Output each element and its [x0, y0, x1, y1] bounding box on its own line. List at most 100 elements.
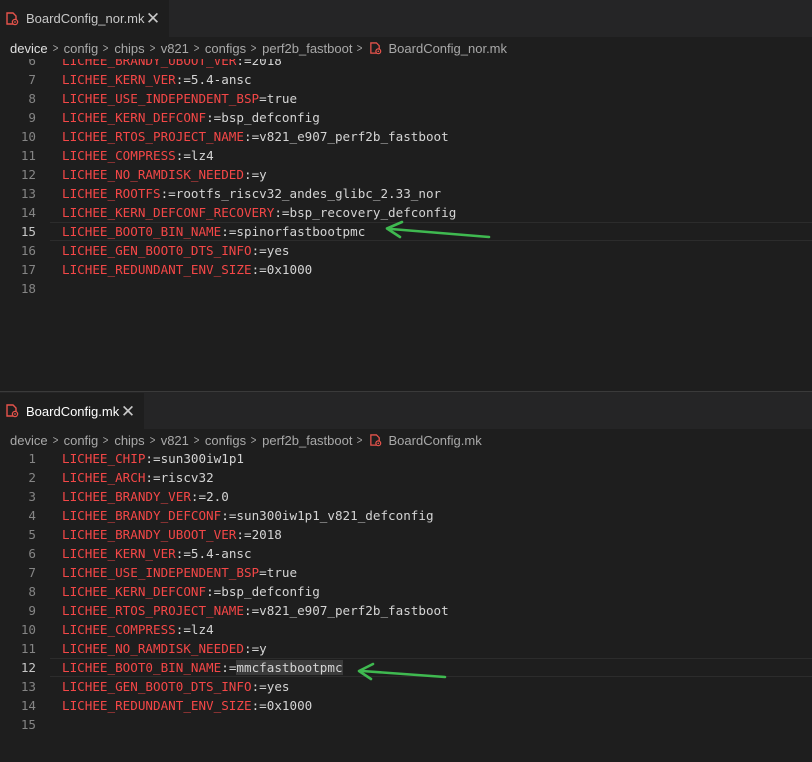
code-line: 9 LICHEE_RTOS_PROJECT_NAME:=v821_e907_per…	[0, 601, 812, 620]
breadcrumb-item-configs[interactable]: configs	[205, 433, 246, 448]
code-text: LICHEE_BOOT0_BIN_NAME:=mmcfastbootpmc	[62, 658, 343, 677]
variable-value: true	[266, 565, 298, 580]
assign-operator: :=	[221, 508, 237, 523]
breadcrumb: device > config > chips > v821 > configs…	[0, 37, 812, 59]
line-number: 14	[20, 698, 36, 713]
close-icon[interactable]: ✕	[145, 10, 161, 27]
tab-label: BoardConfig.mk	[26, 403, 120, 419]
variable-value: 2018	[251, 59, 282, 68]
code-text: LICHEE_COMPRESS:=lz4	[62, 146, 214, 165]
variable-name: LICHEE_NO_RAMDISK_NEEDED	[62, 641, 244, 656]
variable-name: LICHEE_RTOS_PROJECT_NAME	[62, 603, 244, 618]
code-text: LICHEE_REDUNDANT_ENV_SIZE:=0x1000	[62, 696, 312, 715]
line-number: 4	[28, 508, 36, 523]
code-line: 11 LICHEE_COMPRESS:=lz4	[0, 146, 812, 165]
breadcrumb-item-file[interactable]: BoardConfig.mk	[389, 433, 482, 448]
code-line: 6 LICHEE_KERN_VER:=5.4-ansc	[0, 544, 812, 563]
code-text: LICHEE_NO_RAMDISK_NEEDED:=y	[62, 165, 267, 184]
chevron-right-icon: >	[52, 41, 58, 55]
variable-value: 0x1000	[266, 698, 313, 713]
variable-name: LICHEE_USE_INDEPENDENT_BSP	[62, 91, 260, 106]
breadcrumb-item-chips[interactable]: chips	[114, 41, 144, 56]
variable-name: LICHEE_REDUNDANT_ENV_SIZE	[62, 262, 252, 277]
variable-value: v821_e907_perf2b_fastboot	[259, 603, 449, 618]
breadcrumb-item-v821[interactable]: v821	[161, 433, 189, 448]
assign-operator: :=	[206, 584, 222, 599]
code-line-current: 12 LICHEE_BOOT0_BIN_NAME:=mmcfastbootpmc	[0, 658, 812, 677]
code-line: 2 LICHEE_ARCH:=riscv32	[0, 468, 812, 487]
code-text: LICHEE_ROOTFS:=rootfs_riscv32_andes_glib…	[62, 184, 441, 203]
tab-boardconfig-nor[interactable]: BoardConfig_nor.mk ✕	[0, 0, 170, 37]
variable-name: LICHEE_BRANDY_DEFCONF	[62, 508, 222, 523]
breadcrumb-item-v821[interactable]: v821	[161, 41, 189, 56]
variable-name: LICHEE_REDUNDANT_ENV_SIZE	[62, 698, 252, 713]
code-text: LICHEE_KERN_DEFCONF:=bsp_defconfig	[62, 108, 320, 127]
line-number: 1	[28, 451, 36, 466]
assign-operator: :=	[175, 622, 191, 637]
chevron-right-icon: >	[52, 433, 58, 447]
assign-operator: :=	[251, 262, 267, 277]
assign-operator: :=	[175, 546, 191, 561]
line-number: 2	[28, 470, 36, 485]
code-editor[interactable]: 6 LICHEE_BRANDY_UBOOT_VER:=2018 7 LICHEE_K…	[0, 59, 812, 391]
variable-name: LICHEE_RTOS_PROJECT_NAME	[62, 129, 244, 144]
breadcrumb-item-file[interactable]: BoardConfig_nor.mk	[389, 41, 508, 56]
breadcrumb-item-chips[interactable]: chips	[114, 433, 144, 448]
assign-operator: :=	[145, 451, 161, 466]
code-line: 5 LICHEE_BRANDY_UBOOT_VER:=2018	[0, 525, 812, 544]
variable-value: 0x1000	[266, 262, 313, 277]
chevron-right-icon: >	[357, 41, 363, 55]
line-number: 18	[20, 281, 36, 296]
variable-name: LICHEE_COMPRESS	[62, 622, 176, 637]
variable-value: y	[259, 641, 267, 656]
assign-operator: :=	[221, 224, 237, 239]
variable-name: LICHEE_ARCH	[62, 470, 146, 485]
line-number: 11	[20, 641, 36, 656]
code-text: LICHEE_USE_INDEPENDENT_BSP=true	[62, 89, 297, 108]
breadcrumb-item-config[interactable]: config	[64, 41, 99, 56]
tab-boardconfig[interactable]: BoardConfig.mk ✕	[0, 393, 145, 429]
variable-value: lz4	[190, 622, 214, 637]
line-number: 13	[20, 679, 36, 694]
breadcrumb-item-device[interactable]: device	[10, 433, 48, 448]
chevron-right-icon: >	[102, 433, 109, 447]
selected-value[interactable]: mmcfastbootpmc	[236, 660, 343, 675]
line-number: 3	[28, 489, 36, 504]
assign-operator: :=	[251, 243, 267, 258]
code-line: 13 LICHEE_GEN_BOOT0_DTS_INFO:=yes	[0, 677, 812, 696]
variable-name: LICHEE_CHIP	[62, 451, 146, 466]
close-icon[interactable]: ✕	[120, 403, 136, 420]
breadcrumb-item-configs[interactable]: configs	[205, 41, 246, 56]
code-editor[interactable]: 1 LICHEE_CHIP:=sun300iw1p1 2 LICHEE_ARCH:=…	[0, 451, 812, 761]
assign-operator: :=	[243, 603, 260, 618]
code-text: LICHEE_KERN_DEFCONF:=bsp_defconfig	[62, 582, 320, 601]
variable-value: sun300iw1p1	[160, 451, 244, 466]
variable-name: LICHEE_KERN_DEFCONF	[62, 584, 207, 599]
breadcrumb-item-device[interactable]: device	[10, 41, 48, 56]
code-line: 16 LICHEE_GEN_BOOT0_DTS_INFO:=yes	[0, 241, 812, 260]
variable-name: LICHEE_BOOT0_BIN_NAME	[62, 224, 222, 239]
breadcrumb-item-perf2b-fastboot[interactable]: perf2b_fastboot	[262, 41, 352, 56]
breadcrumb-item-config[interactable]: config	[64, 433, 99, 448]
variable-value: yes	[266, 243, 290, 258]
code-line: 8 LICHEE_KERN_DEFCONF:=bsp_defconfig	[0, 582, 812, 601]
variable-name: LICHEE_GEN_BOOT0_DTS_INFO	[62, 243, 252, 258]
chevron-right-icon: >	[102, 41, 109, 55]
line-number: 8	[28, 584, 36, 599]
tab-label: BoardConfig_nor.mk	[26, 11, 145, 26]
breadcrumb-item-perf2b-fastboot[interactable]: perf2b_fastboot	[262, 433, 352, 448]
variable-value: bsp_defconfig	[221, 584, 320, 599]
line-number: 16	[20, 243, 36, 258]
code-line: 1 LICHEE_CHIP:=sun300iw1p1	[0, 451, 812, 468]
variable-value: 2018	[251, 527, 282, 542]
assign-operator: =	[259, 91, 267, 106]
assign-operator: :=	[243, 167, 260, 182]
variable-name: LICHEE_KERN_VER	[62, 72, 176, 87]
code-line: 18	[0, 279, 812, 298]
variable-value: 5.4-ansc	[190, 546, 252, 561]
code-text: LICHEE_GEN_BOOT0_DTS_INFO:=yes	[62, 677, 289, 696]
code-line: 14 LICHEE_REDUNDANT_ENV_SIZE:=0x1000	[0, 696, 812, 715]
code-text: LICHEE_NO_RAMDISK_NEEDED:=y	[62, 639, 267, 658]
variable-name: LICHEE_BRANDY_UBOOT_VER	[62, 527, 237, 542]
variable-name: LICHEE_GEN_BOOT0_DTS_INFO	[62, 679, 252, 694]
